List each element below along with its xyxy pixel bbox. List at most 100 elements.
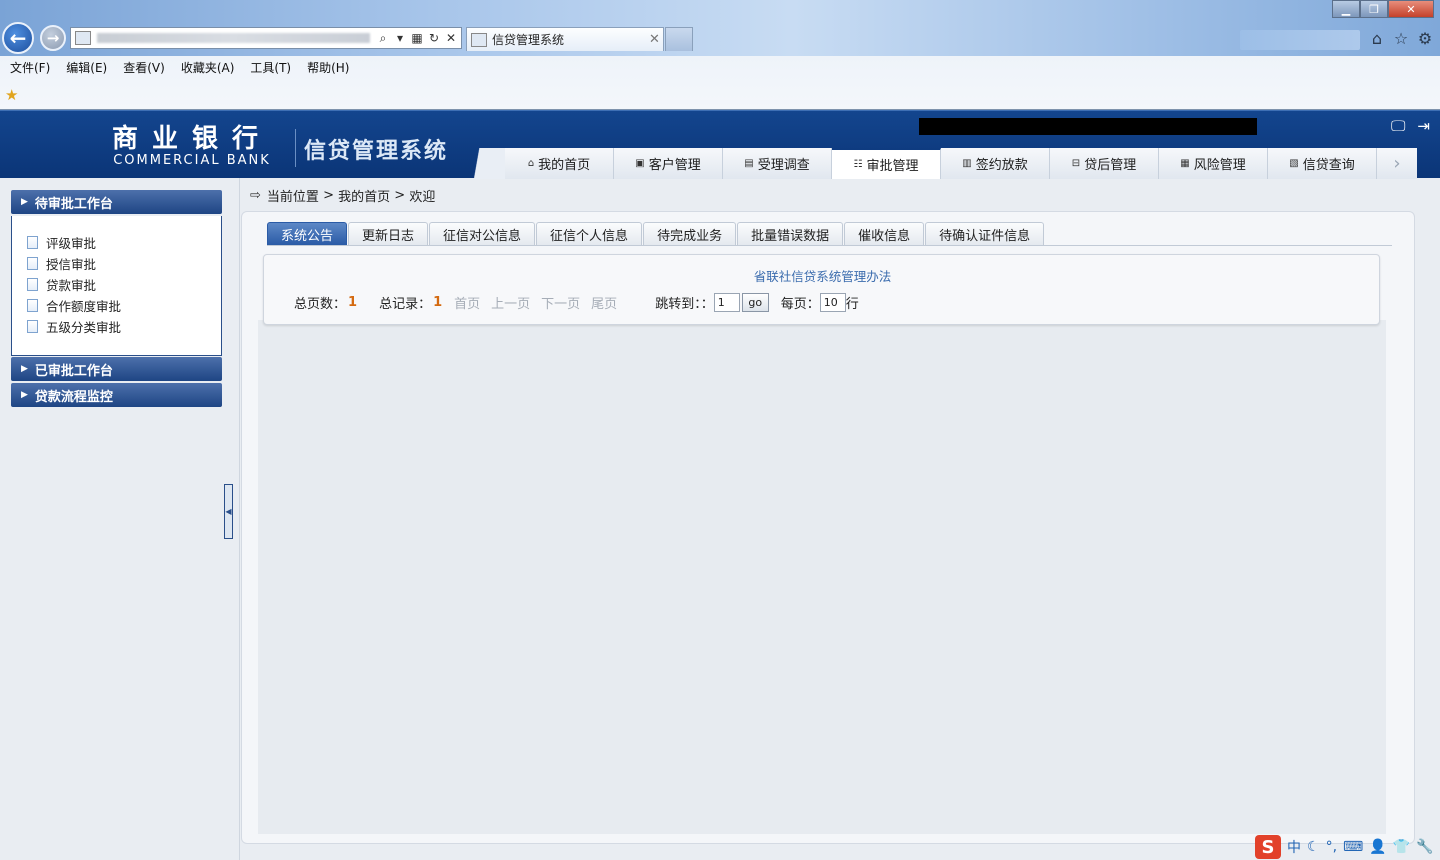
punctuation-icon[interactable]: °, xyxy=(1326,839,1337,855)
nav-label: 客户管理 xyxy=(648,158,701,173)
sidebar-collapse-handle[interactable]: ◀ xyxy=(224,484,233,539)
section-label: 贷款流程监控 xyxy=(34,389,113,405)
logo-divider xyxy=(295,129,296,167)
next-page-link[interactable]: 下一页 xyxy=(541,293,580,312)
menu-help[interactable]: 帮助(H) xyxy=(307,59,349,76)
arrow-left-icon: ← xyxy=(9,26,27,50)
post-loan-icon: ⊟ xyxy=(1071,158,1081,169)
jump-label: 跳转到：： xyxy=(655,297,714,312)
browser-tab[interactable]: 信贷管理系统 ✕ xyxy=(466,27,664,51)
section-label: 已审批工作台 xyxy=(34,363,113,379)
blurred-region xyxy=(1240,30,1360,50)
search-icon[interactable]: ⌕ xyxy=(376,31,390,46)
sidebar-item-quota-approval[interactable]: 合作额度审批 xyxy=(12,295,221,316)
chevron-right-icon: ▶ xyxy=(21,197,28,207)
sidebar-section-pending[interactable]: ▶ 待审批工作台 xyxy=(11,190,222,214)
nav-approval[interactable]: ☷ 审批管理 xyxy=(832,148,941,179)
keyboard-icon[interactable]: ⌨ xyxy=(1343,839,1363,855)
nav-label: 我的首页 xyxy=(538,158,591,173)
nav-query[interactable]: ▧ 信贷查询 xyxy=(1268,148,1377,179)
sidebar-item-label: 授信审批 xyxy=(46,257,97,272)
customer-icon: ▣ xyxy=(635,158,645,169)
menu-file[interactable]: 文件(F) xyxy=(10,59,50,76)
sidebar-item-classification-approval[interactable]: 五级分类审批 xyxy=(12,316,221,337)
per-page-input[interactable]: 10 xyxy=(819,293,846,312)
user-icon[interactable]: 👤 xyxy=(1369,839,1386,855)
dropdown-icon[interactable]: ▾ xyxy=(393,31,407,45)
menu-view[interactable]: 查看(V) xyxy=(123,59,165,76)
total-records-label: 总记录： xyxy=(379,297,432,312)
nav-customer[interactable]: ▣ 客户管理 xyxy=(614,148,723,179)
nav-scroll-right-button[interactable]: › xyxy=(1377,148,1417,179)
last-page-link[interactable]: 尾页 xyxy=(591,293,617,312)
contract-icon: ▥ xyxy=(962,158,972,169)
go-button[interactable]: go xyxy=(741,293,769,312)
minimize-button[interactable]: ▁ xyxy=(1332,0,1360,18)
document-icon xyxy=(27,236,38,249)
restore-button[interactable]: ❐ xyxy=(1360,0,1388,18)
new-tab-button[interactable] xyxy=(665,27,693,51)
refresh-icon[interactable]: ↻ xyxy=(427,31,441,45)
tab-batch-errors[interactable]: 批量错误数据 xyxy=(737,222,844,245)
tab-title: 信贷管理系统 xyxy=(492,33,565,47)
nav-home[interactable]: ⌂ 我的首页 xyxy=(505,148,614,179)
risk-icon: ▦ xyxy=(1180,158,1190,169)
sidebar-item-label: 评级审批 xyxy=(46,236,97,251)
redacted-user-info xyxy=(919,118,1257,135)
address-url-blurred[interactable] xyxy=(97,33,370,43)
moon-icon[interactable]: ☾ xyxy=(1307,839,1320,855)
menu-tools[interactable]: 工具(T) xyxy=(250,59,291,76)
tab-system-notice[interactable]: 系统公告 xyxy=(267,222,348,245)
sidebar-section-approved[interactable]: ▶ 已审批工作台 xyxy=(11,357,222,381)
sogou-ime-icon[interactable]: S xyxy=(1255,835,1281,859)
logout-icon[interactable]: ⇥ xyxy=(1417,117,1430,135)
close-icon: ✕ xyxy=(1406,2,1416,16)
address-bar[interactable]: ⌕ ▾ ▦ ↻ ✕ xyxy=(70,27,462,49)
tab-collection[interactable]: 催收信息 xyxy=(844,222,925,245)
pagination: 总页数： 1 总记录： 1 首页 上一页 下一页 尾页 跳转到：： 1 go 每… xyxy=(294,293,859,312)
close-tab-icon[interactable]: ✕ xyxy=(649,32,663,47)
favorites-star-icon[interactable]: ☆ xyxy=(1392,29,1410,48)
prev-page-link[interactable]: 上一页 xyxy=(491,293,530,312)
sidebar-item-rating-approval[interactable]: 评级审批 xyxy=(12,232,221,253)
first-page-link[interactable]: 首页 xyxy=(454,293,480,312)
nav-survey[interactable]: ▤ 受理调查 xyxy=(723,148,832,179)
ime-language[interactable]: 中 xyxy=(1287,837,1301,857)
sidebar-item-credit-approval[interactable]: 授信审批 xyxy=(12,253,221,274)
tab-corporate-credit[interactable]: 征信对公信息 xyxy=(429,222,536,245)
monitor-icon[interactable]: 🖵 xyxy=(1391,117,1405,135)
header-actions: 🖵 ⇥ xyxy=(1391,117,1430,135)
forward-button[interactable]: → xyxy=(40,25,66,51)
home-icon: ⌂ xyxy=(527,158,535,169)
breadcrumb-current: 欢迎 xyxy=(409,190,436,205)
add-favorite-icon[interactable]: ★ xyxy=(5,86,18,104)
nav-label: 审批管理 xyxy=(866,159,919,174)
nav-risk[interactable]: ▦ 风险管理 xyxy=(1159,148,1268,179)
sidebar-pending-list: 评级审批 授信审批 贷款审批 合作额度审批 五级分类审批 xyxy=(11,216,222,356)
tab-pending-business[interactable]: 待完成业务 xyxy=(643,222,737,245)
sidebar-section-monitor[interactable]: ▶ 贷款流程监控 xyxy=(11,383,222,407)
survey-icon: ▤ xyxy=(744,158,754,169)
tab-id-confirm[interactable]: 待确认证件信息 xyxy=(925,222,1045,245)
skin-icon[interactable]: 👕 xyxy=(1393,839,1410,855)
back-button[interactable]: ← xyxy=(2,22,34,54)
breadcrumb-sep: > xyxy=(323,188,334,203)
notice-link[interactable]: 省联社信贷系统管理办法 xyxy=(264,266,1381,285)
content-area xyxy=(258,320,1386,834)
jump-page-input[interactable]: 1 xyxy=(713,293,740,312)
tab-update-log[interactable]: 更新日志 xyxy=(348,222,429,245)
sidebar-item-loan-approval[interactable]: 贷款审批 xyxy=(12,274,221,295)
nav-post-loan[interactable]: ⊟ 贷后管理 xyxy=(1050,148,1159,179)
tab-personal-credit[interactable]: 征信个人信息 xyxy=(536,222,643,245)
stop-icon[interactable]: ✕ xyxy=(444,31,458,45)
wrench-icon[interactable]: 🔧 xyxy=(1416,839,1433,855)
menu-favorites[interactable]: 收藏夹(A) xyxy=(181,59,235,76)
gear-icon[interactable]: ⚙ xyxy=(1416,29,1434,48)
menu-edit[interactable]: 编辑(E) xyxy=(66,59,107,76)
nav-contract[interactable]: ▥ 签约放款 xyxy=(941,148,1050,179)
bank-logo: 商业银行 COMMERCIAL BANK xyxy=(112,125,272,169)
compat-view-icon[interactable]: ▦ xyxy=(410,31,424,45)
home-icon[interactable]: ⌂ xyxy=(1368,29,1386,48)
breadcrumb-home[interactable]: 我的首页 xyxy=(338,186,390,205)
close-window-button[interactable]: ✕ xyxy=(1388,0,1434,18)
